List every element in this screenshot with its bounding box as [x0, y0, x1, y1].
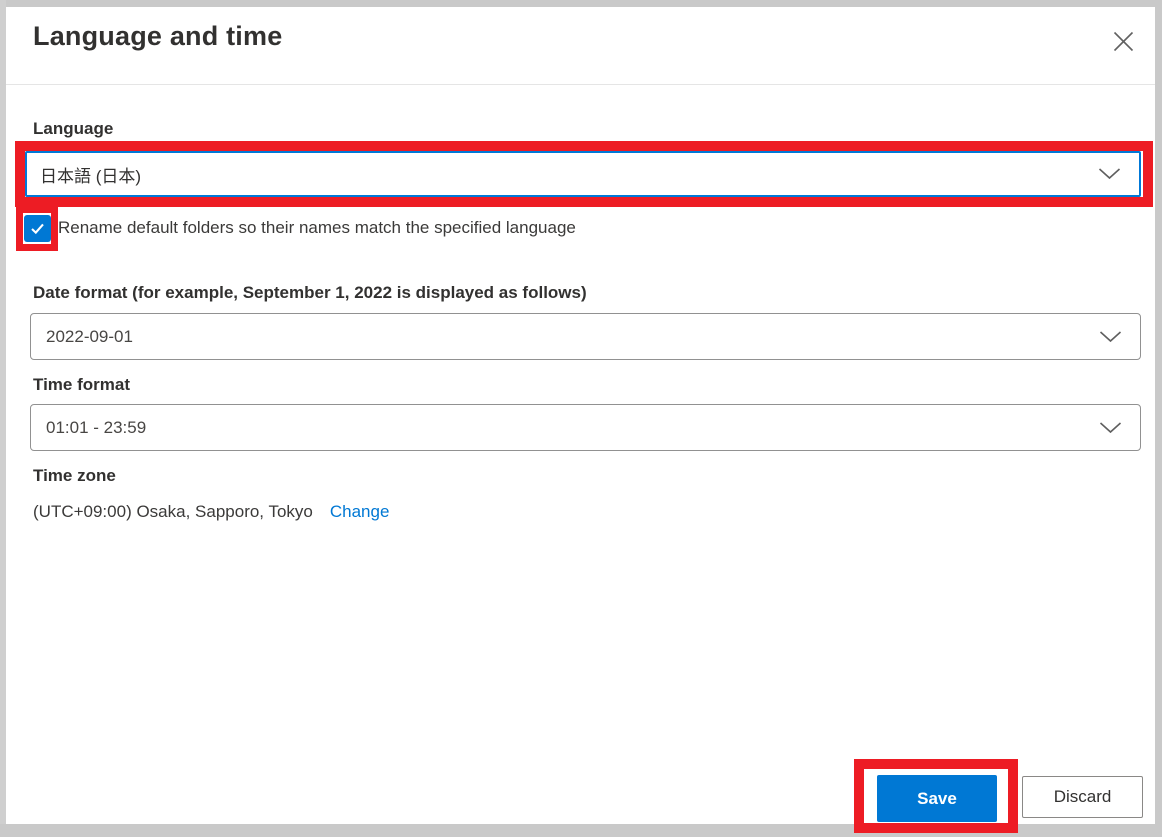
time-format-label: Time format: [33, 375, 130, 395]
time-zone-row: (UTC+09:00) Osaka, Sapporo, Tokyo Change: [33, 501, 389, 523]
time-zone-value: (UTC+09:00) Osaka, Sapporo, Tokyo: [33, 501, 313, 523]
date-format-selected-value: 2022-09-01: [46, 327, 133, 347]
dialog-title: Language and time: [33, 21, 282, 52]
language-selected-value: 日本語 (日本): [40, 162, 141, 187]
rename-checkbox-label[interactable]: Rename default folders so their names ma…: [58, 217, 576, 239]
close-button[interactable]: [1108, 26, 1138, 56]
title-divider: [6, 84, 1155, 85]
chevron-down-icon: [1099, 422, 1122, 434]
chevron-down-icon: [1099, 331, 1122, 343]
frame-edge-top: [0, 0, 1162, 7]
checkmark-icon: [29, 220, 46, 237]
time-zone-change-link[interactable]: Change: [330, 501, 390, 523]
time-format-combobox[interactable]: 01:01 - 23:59: [30, 404, 1141, 451]
date-format-combobox[interactable]: 2022-09-01: [30, 313, 1141, 360]
rename-checkbox[interactable]: [24, 215, 51, 242]
language-time-dialog: Language and time Language 日本語 (日本) Rena…: [0, 0, 1162, 837]
frame-edge-right: [1155, 0, 1162, 837]
time-format-selected-value: 01:01 - 23:59: [46, 418, 146, 438]
frame-edge-bottom: [0, 824, 1162, 837]
save-button[interactable]: Save: [877, 775, 997, 822]
language-combobox[interactable]: 日本語 (日本): [25, 151, 1141, 197]
discard-button[interactable]: Discard: [1022, 776, 1143, 818]
language-label: Language: [33, 119, 113, 139]
chevron-down-icon: [1098, 168, 1121, 180]
frame-edge-left: [0, 0, 6, 837]
close-x-icon: [1112, 30, 1135, 53]
time-zone-label: Time zone: [33, 466, 116, 486]
date-format-label: Date format (for example, September 1, 2…: [33, 283, 587, 303]
